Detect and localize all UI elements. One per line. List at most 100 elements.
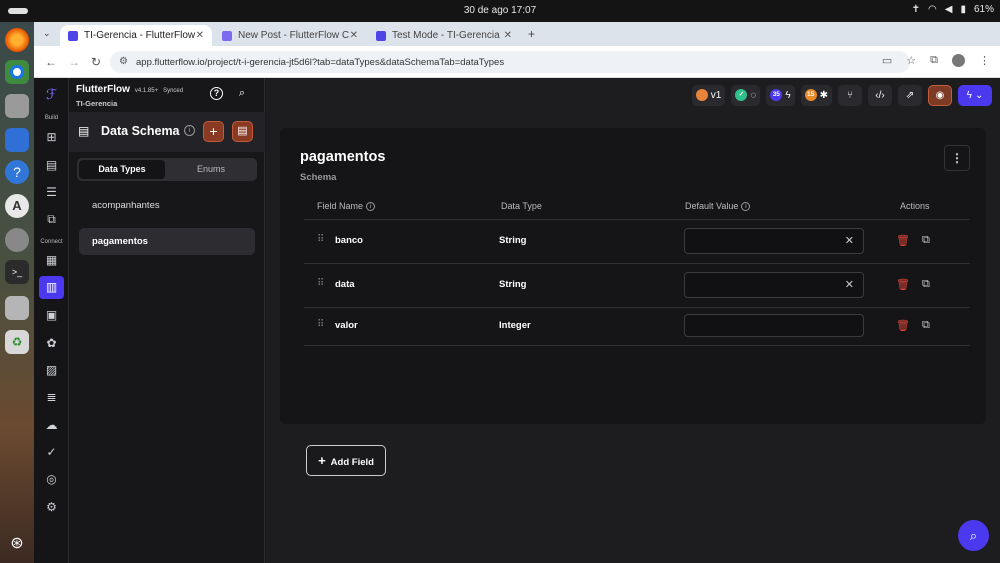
profile-avatar[interactable] [952, 54, 965, 67]
branch-button[interactable]: ⑂ [838, 84, 862, 106]
custom-code-icon[interactable]: ≣ [43, 389, 60, 406]
info-icon[interactable]: i [184, 125, 195, 136]
header-field-name: Field Name i [317, 201, 376, 212]
drag-handle-icon[interactable]: ⠿ [317, 319, 324, 330]
table-row: ⠿ banco String ✕ 🗑 ⧉ [304, 219, 970, 263]
default-value-input[interactable]: ✕ [684, 272, 864, 298]
address-bar[interactable]: ⚙ app.flutterflow.io/project/t-i-gerenci… [110, 51, 910, 73]
new-tab-icon[interactable]: + [528, 27, 535, 41]
pages-icon[interactable]: ▤ [43, 157, 60, 174]
data-schema-header-icon: ▤ [78, 124, 90, 138]
delete-icon[interactable]: 🗑 [896, 234, 910, 247]
flutterflow-logo-icon[interactable]: ℱ [43, 86, 60, 103]
agents-icon[interactable]: ◎ [43, 471, 60, 488]
delete-icon[interactable]: 🗑 [896, 278, 910, 291]
widget-tree-icon[interactable]: ☰ [43, 184, 60, 201]
tab-data-types[interactable]: Data Types [79, 160, 165, 179]
open-external-button[interactable]: ⇗ [898, 84, 922, 106]
settings-icon[interactable] [5, 228, 29, 252]
add-data-type-button[interactable]: + [203, 121, 224, 142]
more-options-icon[interactable]: ⋮ [944, 145, 970, 171]
add-page-icon[interactable]: ⊞ [43, 129, 60, 146]
field-type[interactable]: String [499, 235, 526, 246]
tab-test-mode[interactable]: Test Mode - TI-Gerencia ✕ [368, 25, 520, 46]
extensions-icon[interactable]: ⧉ [930, 54, 938, 67]
components-icon[interactable]: ⧉ [43, 211, 60, 228]
software-icon[interactable]: A [5, 194, 29, 218]
firestore-icon[interactable]: ▦ [43, 252, 60, 269]
ubuntu-logo-icon[interactable]: ⊛ [5, 532, 29, 556]
drag-handle-icon[interactable]: ⠿ [317, 278, 324, 289]
browser-menu-icon[interactable]: ⋮ [979, 54, 990, 67]
system-tray[interactable]: ✝ ◠ ◀ ▮ 61% [912, 4, 994, 15]
default-value-input[interactable]: ✕ [684, 228, 864, 254]
files-icon[interactable] [5, 94, 29, 118]
browser-actions: ▭ ☆ ⧉ ⋮ [882, 54, 990, 67]
tests-icon[interactable]: ✓ [43, 444, 60, 461]
integrations-icon[interactable]: ✿ [43, 335, 60, 352]
default-value-input[interactable] [684, 314, 864, 337]
cast-icon[interactable]: ▭ [882, 54, 892, 67]
reload-icon[interactable]: ↻ [91, 55, 101, 69]
chrome-icon[interactable] [5, 60, 29, 84]
generate-schema-button[interactable]: ▤ [232, 121, 253, 142]
close-tab-icon[interactable]: ✕ [350, 30, 358, 41]
header-actions: Actions [900, 201, 930, 211]
tab-list-chevron-icon[interactable]: ⌄ [43, 28, 51, 39]
settings-gear-icon[interactable]: ⚙ [43, 499, 60, 516]
field-type[interactable]: String [499, 279, 526, 290]
duplicate-icon[interactable]: ⧉ [922, 234, 930, 247]
tab-label: Test Mode - TI-Gerencia [392, 30, 500, 41]
trash-icon[interactable]: ♻ [5, 330, 29, 354]
duplicate-icon[interactable]: ⧉ [922, 319, 930, 332]
tab-new-post[interactable]: New Post - FlutterFlow C ✕ [214, 25, 366, 46]
flutterflow-favicon-icon [222, 30, 232, 41]
tab-flutterflow[interactable]: TI-Gerencia - FlutterFlow ✕ [60, 25, 212, 46]
chevron-down-icon: ⌄ [974, 89, 984, 101]
list-item[interactable]: acompanhantes [79, 192, 255, 219]
disk-icon[interactable] [5, 296, 29, 320]
test-mode-button[interactable]: ϟ ⌄ [958, 84, 992, 106]
clear-icon[interactable]: ✕ [845, 234, 854, 247]
tab-enums[interactable]: Enums [167, 160, 255, 179]
help-circle-icon[interactable]: ? [210, 87, 223, 100]
header-default-value: Default Value i [685, 201, 751, 212]
search-fab[interactable]: ⌕ [958, 520, 989, 551]
info-icon[interactable]: i [741, 202, 751, 212]
flutterflow-app: ℱ Build ⊞ ▤ ☰ ⧉ Connect ▦ ▥ ▣ ✿ ▨ ≣ ☁ ✓ … [34, 78, 1000, 563]
terminal-icon[interactable]: >_ [5, 260, 29, 284]
drag-handle-icon[interactable]: ⠿ [317, 234, 324, 245]
issues-button[interactable]: 15 ✱ [800, 84, 832, 106]
site-info-icon[interactable]: ⚙ [119, 56, 128, 67]
version-label: v1 [710, 89, 722, 101]
list-item[interactable]: pagamentos [79, 228, 255, 255]
add-field-button[interactable]: + Add Field [306, 445, 386, 476]
collab-button[interactable]: ✓ ◌ [731, 84, 761, 106]
api-calls-icon[interactable]: ▣ [43, 307, 60, 324]
docs-icon[interactable] [5, 128, 29, 152]
delete-icon[interactable]: 🗑 [896, 319, 910, 332]
data-schema-icon[interactable]: ▥ [39, 276, 64, 299]
os-clock[interactable]: 30 de ago 17:07 [0, 5, 1000, 16]
close-tab-icon[interactable]: ✕ [504, 30, 512, 41]
eye-icon: ◉ [935, 89, 945, 101]
clear-icon[interactable]: ✕ [845, 278, 854, 291]
bookmark-star-icon[interactable]: ☆ [906, 54, 916, 67]
firefox-icon[interactable] [5, 28, 29, 52]
info-icon[interactable]: i [366, 202, 376, 212]
version-button[interactable]: v1 [691, 84, 726, 106]
nav-rail: ℱ Build ⊞ ▤ ☰ ⧉ Connect ▦ ▥ ▣ ✿ ▨ ≣ ☁ ✓ … [34, 78, 69, 563]
media-assets-icon[interactable]: ▨ [43, 362, 60, 379]
close-tab-icon[interactable]: ✕ [196, 30, 204, 41]
back-icon[interactable]: ← [45, 55, 57, 69]
code-button[interactable]: ‹/› [868, 84, 892, 106]
preview-button[interactable]: ◉ [928, 84, 952, 106]
help-icon[interactable]: ? [5, 160, 29, 184]
field-type[interactable]: Integer [499, 320, 531, 331]
warnings-button[interactable]: 35 ϟ [766, 84, 795, 106]
search-icon[interactable]: ⌕ [235, 87, 249, 101]
forward-icon[interactable]: → [68, 55, 80, 69]
cloud-functions-icon[interactable]: ☁ [43, 417, 60, 434]
header-label: Field Name [317, 201, 364, 211]
duplicate-icon[interactable]: ⧉ [922, 278, 930, 291]
